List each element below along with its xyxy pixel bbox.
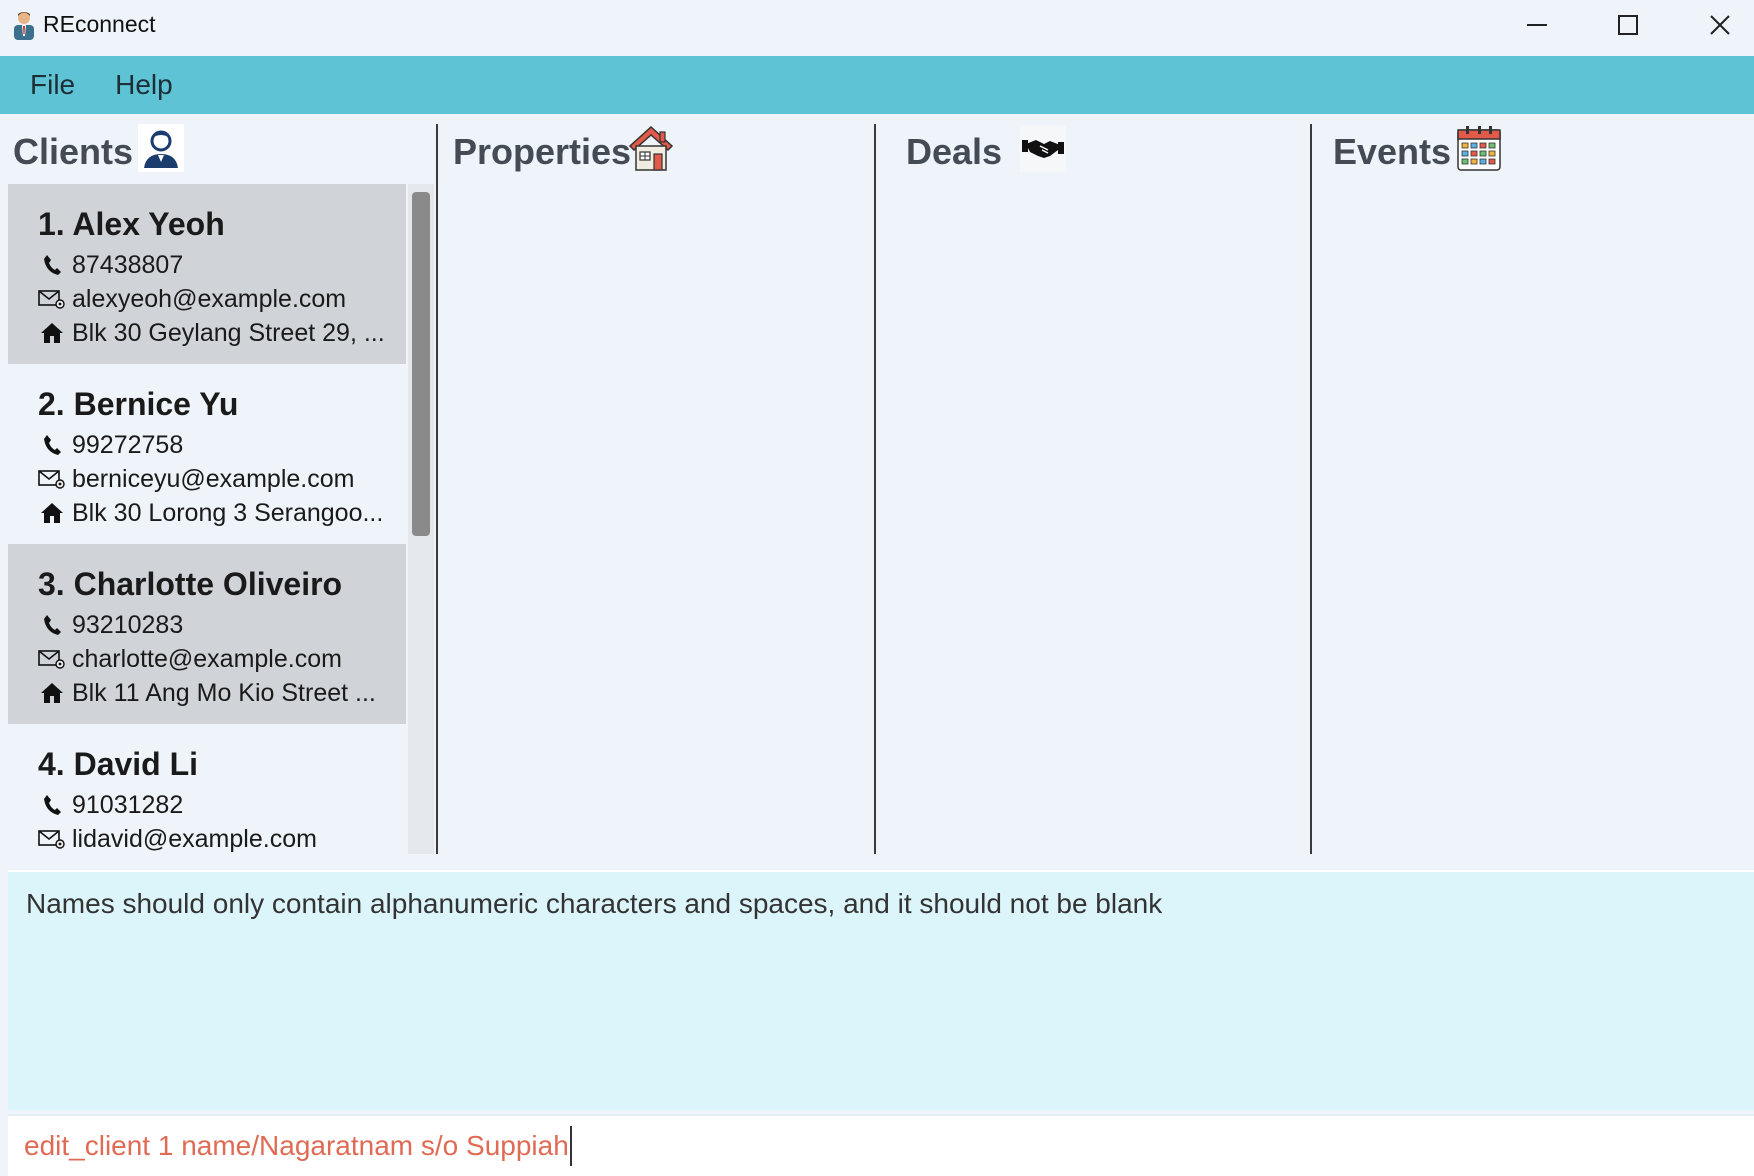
- client-email-row: alexyeoh@example.com: [38, 282, 406, 316]
- maximize-icon: [1618, 15, 1638, 35]
- home-icon: [38, 681, 66, 705]
- phone-icon: [38, 613, 66, 637]
- window-title: REconnect: [43, 11, 156, 37]
- client-email: alexyeoh@example.com: [72, 285, 347, 313]
- client-email: charlotte@example.com: [72, 645, 342, 673]
- client-phone: 87438807: [72, 251, 184, 279]
- scrollbar-thumb[interactable]: [412, 192, 430, 536]
- close-button[interactable]: [1675, 0, 1754, 50]
- clients-title: Clients: [13, 131, 134, 172]
- title-bar: REconnect: [0, 0, 1754, 56]
- menu-help[interactable]: Help: [81, 69, 173, 101]
- properties-title: Properties: [453, 131, 632, 172]
- client-email-row: lidavid@example.com: [38, 822, 406, 854]
- events-title: Events: [1333, 131, 1452, 172]
- email-icon: [38, 287, 66, 311]
- home-icon: [38, 321, 66, 345]
- person-icon: [138, 124, 184, 172]
- client-phone: 99272758: [72, 431, 184, 459]
- client-card[interactable]: 1. Alex Yeoh 87438807 alexyeoh@example.c…: [8, 184, 406, 364]
- home-icon: [38, 501, 66, 525]
- result-message: Names should only contain alphanumeric c…: [26, 888, 1163, 919]
- phone-icon: [38, 433, 66, 457]
- divider-1: [436, 124, 438, 854]
- deals-title: Deals: [906, 131, 1003, 172]
- command-input[interactable]: edit_client 1 name/Nagaratnam s/o Suppia…: [8, 1114, 1754, 1176]
- handshake-icon: [1020, 126, 1066, 172]
- client-phone-row: 99272758: [38, 428, 406, 462]
- divider-2: [874, 124, 876, 854]
- client-name: 2. Bernice Yu: [38, 386, 239, 422]
- email-icon: [38, 467, 66, 491]
- close-icon: [1710, 15, 1730, 35]
- properties-list: [440, 184, 872, 854]
- client-email-row: charlotte@example.com: [38, 642, 406, 676]
- client-address: Blk 30 Lorong 3 Serangoo...: [72, 499, 384, 527]
- client-card[interactable]: 4. David Li 91031282 lidavid@example.com: [8, 724, 406, 854]
- client-address-row: Blk 30 Geylang Street 29, ...: [38, 316, 406, 350]
- maximize-button[interactable]: [1583, 0, 1673, 50]
- client-phone-row: 93210283: [38, 608, 406, 642]
- events-list: [1314, 184, 1754, 854]
- client-name: 4. David Li: [38, 746, 199, 782]
- client-list[interactable]: 1. Alex Yeoh 87438807 alexyeoh@example.c…: [8, 184, 406, 854]
- client-email: berniceyu@example.com: [72, 465, 355, 493]
- menu-file[interactable]: File: [0, 69, 75, 101]
- client-card[interactable]: 2. Bernice Yu 99272758 berniceyu@example…: [8, 364, 406, 544]
- email-icon: [38, 647, 66, 671]
- result-display: Names should only contain alphanumeric c…: [8, 870, 1754, 1110]
- client-phone: 91031282: [72, 791, 184, 819]
- phone-icon: [38, 793, 66, 817]
- client-address-row: Blk 30 Lorong 3 Serangoo...: [38, 496, 406, 530]
- calendar-icon: [1457, 126, 1501, 171]
- client-name: 3. Charlotte Oliveiro: [38, 566, 343, 602]
- email-icon: [38, 827, 66, 851]
- client-email: lidavid@example.com: [72, 825, 317, 853]
- minimize-button[interactable]: [1492, 0, 1582, 50]
- command-text: edit_client 1 name/Nagaratnam s/o Suppia…: [24, 1130, 569, 1161]
- minimize-icon: [1527, 24, 1547, 26]
- client-name: 1. Alex Yeoh: [38, 206, 225, 242]
- deals-list: [878, 184, 1308, 854]
- client-address-row: Blk 11 Ang Mo Kio Street ...: [38, 676, 406, 710]
- client-phone: 93210283: [72, 611, 184, 639]
- phone-icon: [38, 253, 66, 277]
- house-icon: [628, 125, 674, 171]
- text-caret: [569, 1126, 572, 1166]
- client-card[interactable]: 3. Charlotte Oliveiro 93210283 charlotte…: [8, 544, 406, 724]
- app-icon: [14, 12, 34, 40]
- menu-bar: File Help: [0, 56, 1754, 114]
- client-email-row: berniceyu@example.com: [38, 462, 406, 496]
- client-address: Blk 11 Ang Mo Kio Street ...: [72, 679, 376, 707]
- client-address: Blk 30 Geylang Street 29, ...: [72, 319, 385, 347]
- client-phone-row: 87438807: [38, 248, 406, 282]
- divider-3: [1310, 124, 1312, 854]
- client-phone-row: 91031282: [38, 788, 406, 822]
